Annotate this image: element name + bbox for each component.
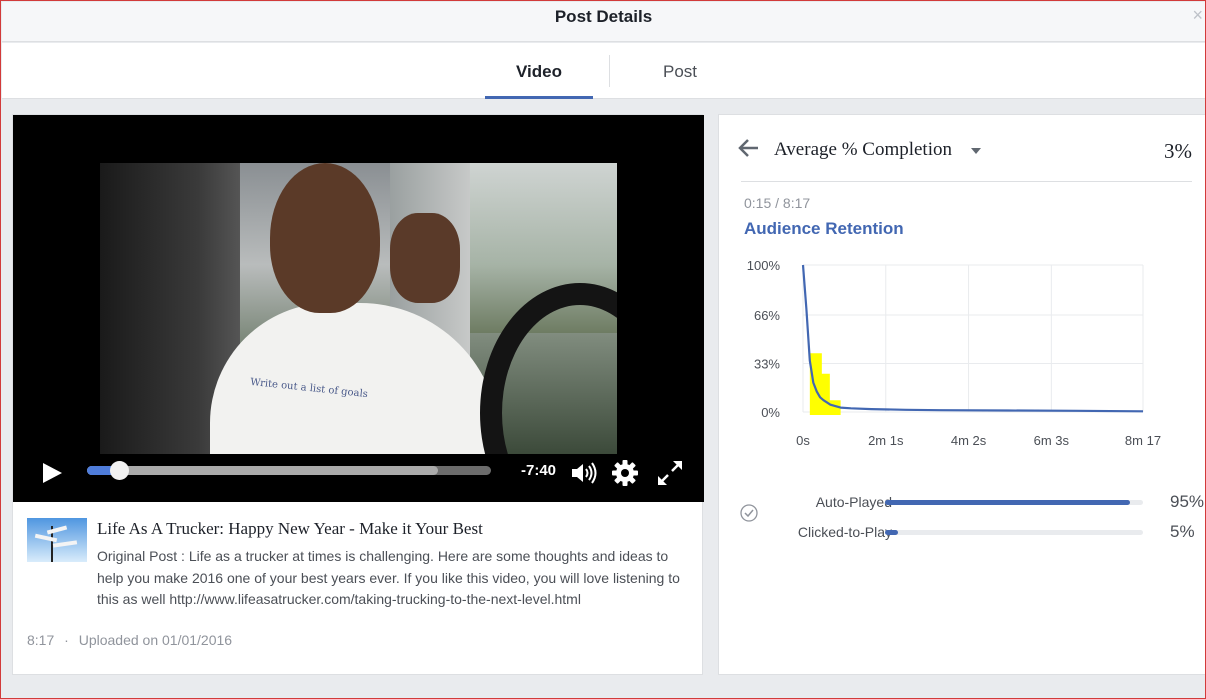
metrics-card: Average % Completion 3% 0:15 / 8:17 Audi…	[718, 114, 1205, 675]
play-type-stats: Auto-Played 95% Clicked-to-Play 5%	[737, 490, 1204, 550]
stat-label: Clicked-to-Play	[797, 524, 892, 540]
post-title[interactable]: Life As A Trucker: Happy New Year - Make…	[97, 519, 483, 539]
stat-bar-fill	[885, 500, 1131, 505]
play-icon[interactable]	[40, 461, 64, 485]
video-player[interactable]: Write out a list of goals -7:40	[13, 115, 704, 502]
caret-down-icon[interactable]	[971, 148, 981, 154]
x-tick-label: 6m 3s	[1034, 433, 1070, 448]
stat-bar-fill	[885, 530, 898, 535]
post-details-dialog: Post Details × Video Post Write out a li…	[0, 0, 1206, 699]
x-tick-label: 0s	[796, 433, 810, 448]
meta-separator: ·	[64, 632, 69, 648]
volume-icon[interactable]	[569, 459, 597, 487]
metric-selector[interactable]: Average % Completion	[774, 139, 952, 161]
back-arrow-icon[interactable]	[737, 137, 759, 159]
person-hand	[390, 213, 460, 303]
timecode: 0:15 / 8:17	[744, 195, 811, 211]
x-tick-label: 4m 2s	[951, 433, 987, 448]
audience-retention-chart: 100% 66% 33% 0% 0s 2m 1s 4m 2s 6m 3s 8m 17	[747, 258, 1161, 448]
y-tick-label: 0%	[761, 405, 780, 420]
tab-bar: Video Post	[2, 43, 1205, 99]
fullscreen-icon[interactable]	[656, 459, 684, 487]
progress-scrubber-handle[interactable]	[110, 461, 130, 480]
y-tick-label: 100%	[747, 258, 781, 273]
stat-row-auto-played: Auto-Played 95%	[737, 491, 1204, 513]
y-tick-label: 33%	[754, 356, 780, 371]
person-head	[270, 163, 380, 313]
post-meta: 8:17 · Uploaded on 01/01/2016	[27, 632, 232, 648]
dialog-header: Post Details ×	[2, 2, 1205, 42]
post-thumbnail[interactable]	[27, 518, 87, 562]
tab-divider	[609, 55, 610, 87]
stat-label: Auto-Played	[815, 494, 892, 510]
dialog-title: Post Details	[554, 7, 653, 26]
upload-date: Uploaded on 01/01/2016	[78, 632, 233, 648]
metric-value: 3%	[1164, 139, 1192, 163]
video-duration: 8:17	[27, 632, 55, 648]
progress-buffered	[87, 466, 439, 475]
close-icon[interactable]: ×	[1192, 6, 1203, 24]
post-info: Life As A Trucker: Happy New Year - Make…	[13, 503, 704, 675]
x-tick-label: 8m 17	[1125, 433, 1161, 448]
remaining-time: -7:40	[521, 462, 557, 479]
video-progress-bar[interactable]	[87, 461, 491, 480]
video-frame[interactable]: Write out a list of goals	[100, 163, 617, 454]
stat-percent: 95%	[1170, 492, 1205, 511]
metrics-divider	[741, 181, 1192, 182]
stat-percent: 5%	[1170, 522, 1195, 541]
stat-bar	[885, 500, 1143, 505]
stat-bar	[885, 530, 1143, 535]
stat-row-clicked-to-play: Clicked-to-Play 5%	[737, 521, 1197, 543]
video-controls: -7:40	[13, 451, 704, 502]
retention-title: Audience Retention	[744, 219, 904, 238]
y-tick-label: 66%	[754, 308, 780, 323]
x-tick-label: 2m 1s	[868, 433, 904, 448]
settings-gear-icon[interactable]	[611, 459, 639, 487]
video-card: Write out a list of goals -7:40 Life As …	[12, 114, 704, 675]
retention-line	[801, 264, 1144, 413]
tab-video[interactable]: Video	[485, 43, 593, 99]
post-description: Original Post : Life as a trucker at tim…	[97, 548, 680, 607]
tab-post[interactable]: Post	[620, 43, 740, 99]
